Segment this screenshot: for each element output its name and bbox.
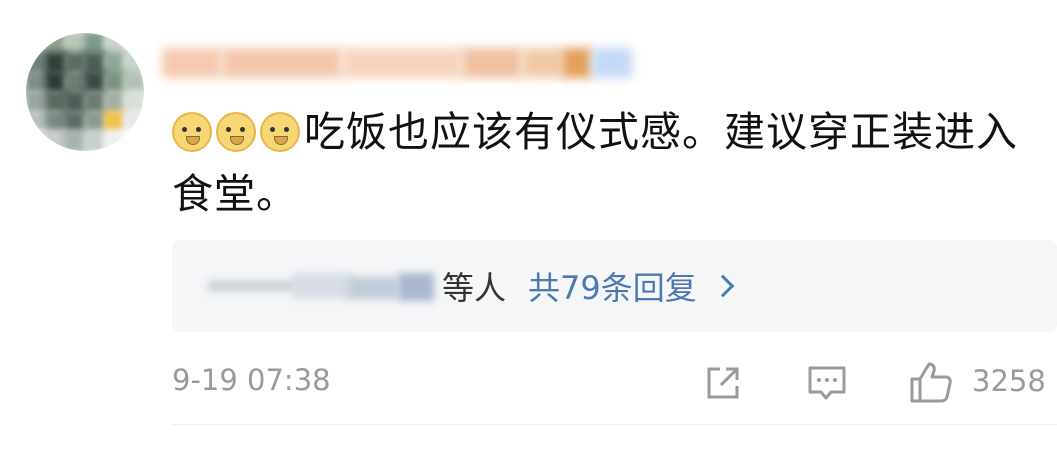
view-replies-link[interactable]: 共79条回复: [528, 263, 735, 309]
like-icon[interactable]: [908, 360, 954, 404]
comment-actions: 3258: [700, 358, 1057, 406]
comment-text: 吃饭也应该有仪式感。建议穿正装进入食堂。: [172, 101, 1022, 225]
doge-icon: [260, 112, 300, 152]
reply-count-label: 共79条回复: [528, 269, 697, 307]
reply-suffix: 等人: [442, 269, 507, 307]
username[interactable]: [162, 42, 632, 84]
avatar[interactable]: [26, 33, 144, 151]
chevron-right-icon: [711, 274, 735, 298]
reply-summary[interactable]: 等人 共79条回复: [172, 240, 1057, 332]
timestamp: 9-19 07:38: [172, 363, 331, 397]
reply-usernames: [198, 263, 438, 309]
share-icon[interactable]: [704, 364, 742, 402]
comment-icon[interactable]: [806, 362, 848, 404]
like-count: 3258: [972, 364, 1046, 398]
divider: [172, 424, 1057, 425]
doge-icon: [172, 112, 212, 152]
doge-icon: [216, 112, 256, 152]
